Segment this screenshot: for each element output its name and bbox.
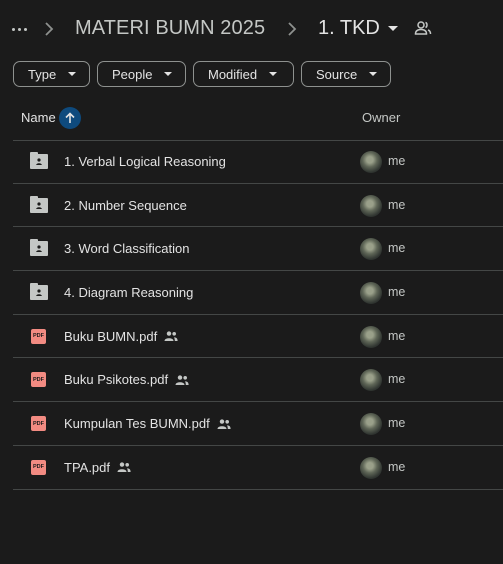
dot-icon <box>17 27 21 31</box>
file-row[interactable]: 2. Number Sequence me <box>13 184 503 228</box>
avatar <box>360 369 382 392</box>
dot-icon <box>11 27 15 31</box>
file-row[interactable]: 3. Word Classification me <box>13 227 503 272</box>
shared-people-icon[interactable] <box>414 20 432 36</box>
filter-source[interactable]: Source <box>301 61 391 87</box>
list-header: Name Owner <box>13 102 503 141</box>
chevron-right-icon <box>286 19 298 39</box>
dropdown-arrow-icon <box>164 72 173 76</box>
pdf-icon: PDF <box>31 372 46 388</box>
owner-label: me <box>388 372 406 387</box>
owner-label: me <box>388 197 406 212</box>
shared-folder-icon <box>30 152 48 169</box>
pdf-icon-label: PDF <box>33 420 44 427</box>
breadcrumb: MATERI BUMN 2025 1. TKD <box>0 0 503 58</box>
filter-type[interactable]: Type <box>13 61 90 87</box>
filter-label: Type <box>28 66 57 82</box>
file-name: Buku BUMN.pdf <box>64 328 158 344</box>
sort-ascending-button[interactable] <box>59 107 81 129</box>
breadcrumb-item[interactable]: MATERI BUMN 2025 <box>75 17 265 40</box>
filter-people[interactable]: People <box>97 61 186 87</box>
file-name: Buku Psikotes.pdf <box>64 372 169 388</box>
shared-folder-icon <box>30 239 48 257</box>
owner-label: me <box>388 241 406 256</box>
current-folder-menu[interactable]: 1. TKD <box>318 17 398 40</box>
pdf-icon-label: PDF <box>33 376 44 383</box>
avatar <box>360 194 382 217</box>
filter-label: People <box>112 66 153 82</box>
file-row[interactable]: PDF TPA.pdf me <box>13 446 503 490</box>
dropdown-arrow-icon <box>68 72 77 76</box>
filter-label: Modified <box>208 66 258 82</box>
more-options-button[interactable] <box>8 17 30 41</box>
pdf-icon: PDF <box>31 416 46 432</box>
chevron-right-icon <box>43 19 55 39</box>
file-name: Kumpulan Tes BUMN.pdf <box>64 416 210 432</box>
caret-down-icon <box>387 26 398 31</box>
pdf-icon: PDF <box>31 328 46 344</box>
filter-label: Source <box>316 66 358 82</box>
file-row[interactable]: 4. Diagram Reasoning me <box>13 271 503 315</box>
file-list: 1. Verbal Logical Reasoning me 2. Number… <box>13 140 503 490</box>
arrow-up-icon <box>65 112 75 123</box>
file-name: 2. Number Sequence <box>64 197 187 213</box>
dot-icon <box>23 27 27 31</box>
avatar <box>360 151 382 173</box>
file-name: 4. Diagram Reasoning <box>64 285 194 301</box>
avatar <box>360 238 382 261</box>
avatar <box>360 413 382 436</box>
owner-label: me <box>388 416 406 431</box>
file-name: 3. Word Classification <box>64 241 190 257</box>
column-name-header[interactable]: Name <box>21 110 56 125</box>
file-name: 1. Verbal Logical Reasoning <box>64 154 226 169</box>
avatar <box>360 282 382 305</box>
current-folder-title: 1. TKD <box>318 17 380 39</box>
shared-icon <box>175 375 189 385</box>
pdf-icon-label: PDF <box>33 464 44 471</box>
shared-icon <box>164 331 178 342</box>
shared-icon <box>117 462 131 473</box>
shared-folder-icon <box>30 283 48 301</box>
filter-bar: Type People Modified Source <box>13 61 391 87</box>
shared-folder-icon <box>30 195 48 213</box>
file-row[interactable]: 1. Verbal Logical Reasoning me <box>13 140 503 184</box>
file-name: TPA.pdf <box>64 459 111 475</box>
pdf-icon: PDF <box>31 459 46 475</box>
filter-modified[interactable]: Modified <box>193 61 294 87</box>
owner-label: me <box>388 154 406 168</box>
owner-label: me <box>388 459 406 474</box>
owner-label: me <box>388 328 406 343</box>
file-row[interactable]: PDF Kumpulan Tes BUMN.pdf me <box>13 402 503 446</box>
file-row[interactable]: PDF Buku Psikotes.pdf me <box>13 358 503 403</box>
avatar <box>360 325 382 348</box>
dropdown-arrow-icon <box>269 72 278 76</box>
file-row[interactable]: PDF Buku BUMN.pdf me <box>13 315 503 359</box>
column-owner-header[interactable]: Owner <box>362 110 400 125</box>
avatar <box>360 456 382 479</box>
dropdown-arrow-icon <box>369 72 378 76</box>
owner-label: me <box>388 285 406 300</box>
pdf-icon-label: PDF <box>33 333 44 340</box>
shared-icon <box>217 419 231 429</box>
